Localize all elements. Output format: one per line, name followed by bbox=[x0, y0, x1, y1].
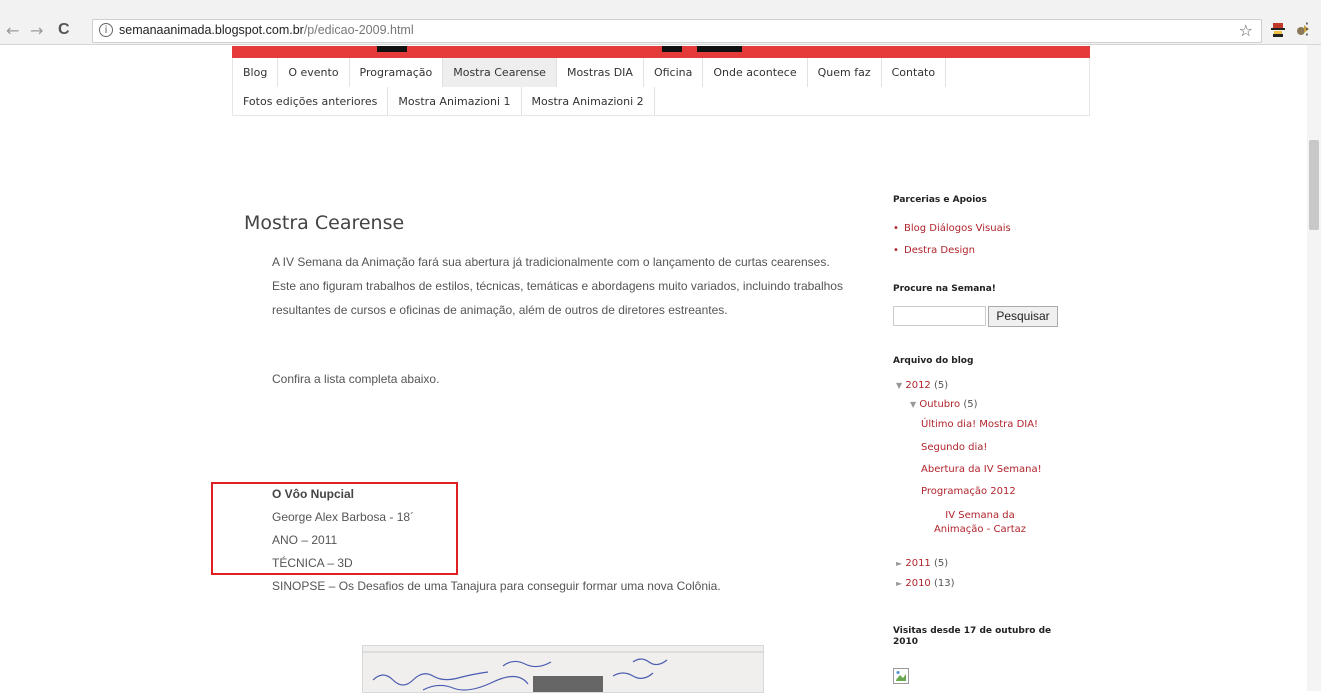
archive-post-link[interactable]: Programação 2012 bbox=[921, 486, 1016, 497]
post-confira: Confira a lista completa abaixo. bbox=[272, 372, 440, 386]
partner-link[interactable]: Destra Design bbox=[904, 245, 975, 256]
visits-widget: Visitas desde 17 de outubro de 2010 bbox=[893, 626, 1053, 648]
archive-post-link[interactable]: IV Semana da Animação - Cartaz bbox=[921, 509, 1039, 537]
archive-year-2012: ▼ 2012 (5) bbox=[896, 380, 948, 391]
visits-title: Visitas desde 17 de outubro de 2010 bbox=[893, 626, 1052, 647]
archive-year-link[interactable]: 2011 bbox=[905, 558, 930, 569]
post-intro: A IV Semana da Animação fará sua abertur… bbox=[272, 255, 843, 317]
bullet-icon: • bbox=[893, 245, 899, 256]
tab-fotos-edicoes[interactable]: Fotos edições anteriores bbox=[233, 87, 389, 116]
tab-onde-acontece[interactable]: Onde acontece bbox=[703, 58, 808, 87]
partner-link[interactable]: Blog Diálogos Visuais bbox=[904, 223, 1011, 234]
address-bar[interactable]: i semanaanimada.blogspot.com.br/p/edicao… bbox=[92, 19, 1262, 43]
search-input[interactable] bbox=[893, 306, 986, 326]
tab-mostra-animazioni-2[interactable]: Mostra Animazioni 2 bbox=[522, 87, 655, 116]
handwritten-poster-image bbox=[362, 645, 764, 693]
reload-button[interactable]: C bbox=[58, 20, 70, 40]
tabs-row-2: Fotos edições anteriores Mostra Animazio… bbox=[233, 87, 1089, 116]
search-title: Procure na Semana! bbox=[893, 284, 996, 294]
header-banner bbox=[232, 46, 1090, 58]
tab-blog[interactable]: Blog bbox=[233, 58, 279, 87]
browser-toolbar: ← → C i semanaanimada.blogspot.com.br/p/… bbox=[0, 0, 1321, 45]
tab-contato[interactable]: Contato bbox=[882, 58, 947, 87]
url-text[interactable]: semanaanimada.blogspot.com.br/p/edicao-2… bbox=[119, 23, 414, 37]
triangle-right-icon[interactable]: ► bbox=[896, 579, 902, 588]
tab-oficina[interactable]: Oficina bbox=[644, 58, 704, 87]
tab-mostra-cearense[interactable]: Mostra Cearense bbox=[443, 58, 557, 87]
tab-mostras-dia[interactable]: Mostras DIA bbox=[557, 58, 644, 87]
post-title: Mostra Cearense bbox=[244, 212, 405, 234]
archive-month-link[interactable]: Outubro bbox=[919, 399, 960, 410]
tab-mostra-animazioni-1[interactable]: Mostra Animazioni 1 bbox=[388, 87, 522, 116]
archive-widget: Arquivo do blog bbox=[893, 356, 973, 366]
archive-count: (5) bbox=[963, 399, 978, 410]
archive-count: (5) bbox=[933, 380, 949, 391]
archive-month-outubro: ▼ Outubro (5) bbox=[910, 399, 978, 410]
browser-menu-icon[interactable]: ⋮ bbox=[1299, 21, 1315, 37]
tab-o-evento[interactable]: O evento bbox=[278, 58, 350, 87]
page-tabs: Blog O evento Programação Mostra Cearens… bbox=[232, 58, 1090, 116]
banner-graphic bbox=[697, 46, 742, 52]
partners-widget: Parcerias e Apoios • Blog Diálogos Visua… bbox=[893, 195, 1011, 260]
archive-post-link[interactable]: Último dia! Mostra DIA! bbox=[921, 419, 1038, 430]
archive-year-2011: ► 2011 (5) bbox=[896, 558, 948, 569]
bullet-icon: • bbox=[893, 223, 899, 234]
tab-quem-faz[interactable]: Quem faz bbox=[808, 58, 882, 87]
archive-count: (13) bbox=[933, 578, 955, 589]
page-scrollbar[interactable] bbox=[1307, 45, 1321, 691]
scrollbar-thumb[interactable] bbox=[1309, 140, 1319, 230]
search-button[interactable]: Pesquisar bbox=[988, 306, 1058, 327]
banner-graphic bbox=[662, 46, 682, 52]
tab-programacao[interactable]: Programação bbox=[350, 58, 444, 87]
back-button[interactable]: ← bbox=[6, 21, 19, 41]
archive-year-link[interactable]: 2012 bbox=[905, 380, 930, 391]
banner-graphic bbox=[377, 46, 407, 52]
poster-scribble bbox=[363, 651, 763, 692]
url-path: /p/edicao-2009.html bbox=[303, 23, 414, 37]
film-synopsis: SINOPSE – Os Desafios de uma Tanajura pa… bbox=[272, 579, 721, 593]
triangle-down-icon[interactable]: ▼ bbox=[910, 400, 916, 409]
archive-post-link[interactable]: Segundo dia! bbox=[921, 442, 987, 453]
triangle-down-icon[interactable]: ▼ bbox=[896, 381, 902, 390]
red-highlight-box bbox=[211, 482, 458, 575]
archive-post-link[interactable]: Abertura da IV Semana! bbox=[921, 464, 1042, 475]
broken-image-icon bbox=[893, 668, 909, 684]
archive-year-link[interactable]: 2010 bbox=[905, 578, 930, 589]
archive-count: (5) bbox=[933, 558, 949, 569]
bookmark-star-icon[interactable]: ☆ bbox=[1239, 21, 1253, 40]
partners-title: Parcerias e Apoios bbox=[893, 195, 987, 205]
search-widget: Procure na Semana! bbox=[893, 284, 996, 294]
archive-year-2010: ► 2010 (13) bbox=[896, 578, 955, 589]
spy-extension-icon[interactable] bbox=[1270, 22, 1286, 38]
url-host: semanaanimada.blogspot.com.br bbox=[119, 23, 304, 37]
archive-title: Arquivo do blog bbox=[893, 356, 974, 366]
info-icon[interactable]: i bbox=[99, 23, 113, 37]
forward-button[interactable]: → bbox=[30, 21, 43, 41]
triangle-right-icon[interactable]: ► bbox=[896, 559, 902, 568]
tabs-row-1: Blog O evento Programação Mostra Cearens… bbox=[233, 58, 1089, 87]
